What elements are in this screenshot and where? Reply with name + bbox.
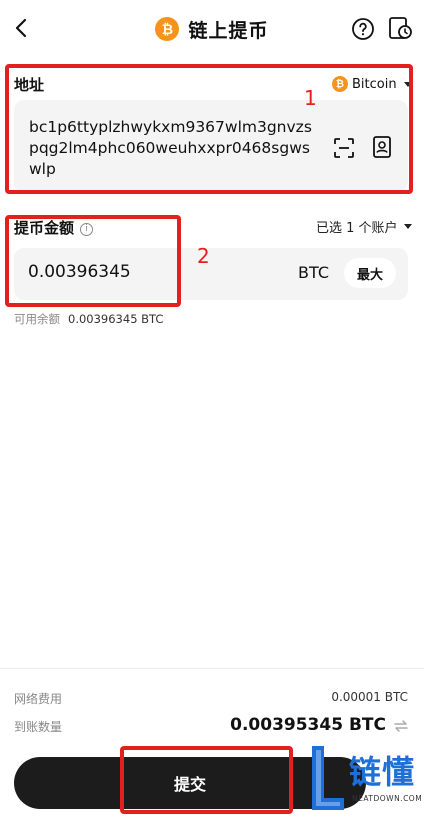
account-select-text: 已选 1 个账户: [316, 221, 398, 236]
annotation-number-1: 1: [304, 86, 317, 110]
watermark-sub: NEATDOWN.COM: [352, 794, 423, 803]
annotation-box-2: [5, 215, 181, 307]
divider: [0, 668, 424, 669]
receive-label: 到账数量: [14, 720, 63, 734]
caret-down-icon: [403, 224, 412, 229]
watermark-logo-icon: [312, 746, 344, 810]
available-label: 可用余额: [14, 312, 60, 326]
fee-value: 0.00001 BTC: [331, 690, 408, 704]
watermark-text: 链懂: [349, 753, 416, 791]
swap-icon[interactable]: [393, 718, 409, 734]
top-bar: ₿ 链上提币: [0, 0, 424, 58]
fee-label: 网络费用: [14, 692, 63, 706]
annotation-box-3: [120, 746, 293, 814]
page-title: 链上提币: [188, 19, 269, 42]
annotation-box-1: [5, 64, 413, 194]
max-button[interactable]: 最大: [344, 258, 396, 288]
annotation-number-2: 2: [197, 244, 210, 268]
available-value: 0.00396345 BTC: [68, 312, 164, 326]
amount-unit: BTC: [298, 263, 329, 282]
account-select[interactable]: 已选 1 个账户: [316, 217, 412, 236]
history-icon[interactable]: [387, 15, 413, 41]
available-balance: 可用余额 0.00396345 BTC: [14, 311, 163, 327]
bitcoin-logo-icon: ₿: [155, 17, 180, 41]
receive-value: 0.00395345 BTC: [230, 715, 386, 735]
help-circle-icon[interactable]: [351, 17, 375, 41]
